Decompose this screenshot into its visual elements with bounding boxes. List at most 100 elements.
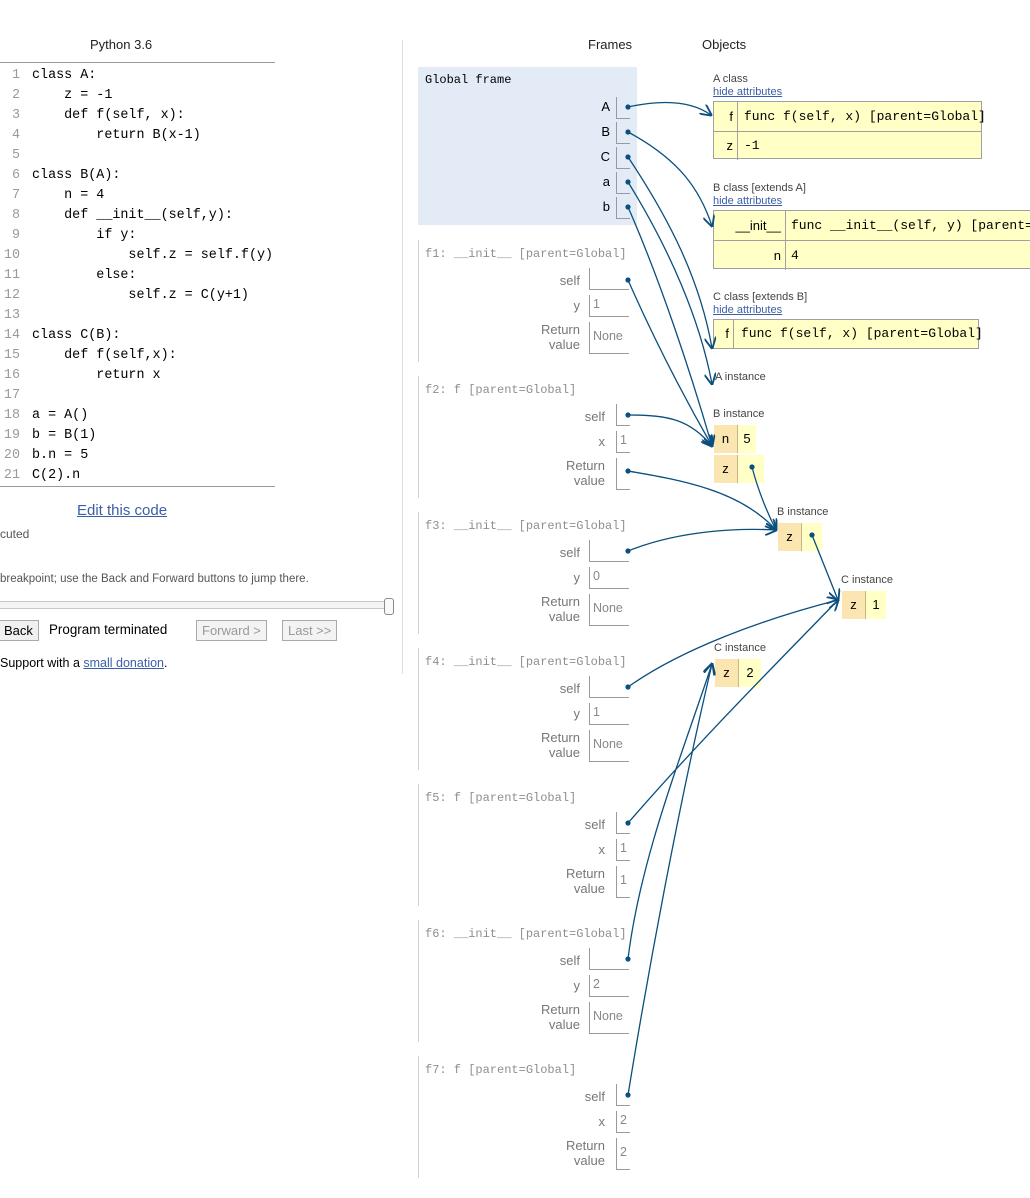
hide-attributes-link[interactable]: hide attributes <box>713 195 782 207</box>
return-value-label: Return value <box>540 1002 580 1032</box>
value-slot: 1 <box>589 295 629 317</box>
frame-var-value: 2 <box>593 977 600 991</box>
support-suffix: . <box>164 656 168 670</box>
breakpoint-hint: breakpoint; use the Back and Forward but… <box>0 573 309 585</box>
attr-value: 4 <box>791 248 799 263</box>
instance-attr-key: z <box>842 591 866 619</box>
return-value-label: Return value <box>540 730 580 760</box>
arrow-global-B <box>627 131 712 226</box>
instance-pointer-slot <box>802 523 822 551</box>
code-text: if y: <box>32 228 137 243</box>
frame-title-f7: f7: f [parent=Global] <box>425 1063 577 1077</box>
return-value-label: Return value <box>565 1138 605 1168</box>
arrow-f3-self <box>627 529 776 552</box>
class-a-attributes: f func f(self, x) [parent=Global] z -1 <box>713 101 986 160</box>
class-a-label: A class <box>713 73 748 85</box>
last-button[interactable]: Last >> <box>282 620 338 641</box>
frame-var-value: 1 <box>593 297 600 311</box>
class-c-label: C class [extends B] <box>713 291 808 303</box>
donation-link[interactable]: small donation <box>83 656 164 670</box>
return-value: None <box>593 737 623 751</box>
a-instance-label: A instance <box>715 371 766 383</box>
line-number: 17 <box>3 388 20 403</box>
line-number: 11 <box>3 268 20 283</box>
code-text: return B(x-1) <box>32 128 201 143</box>
instance-attr-key: z <box>778 523 802 551</box>
frame-var-value: 1 <box>620 841 627 855</box>
arrow-f1-self <box>627 279 712 446</box>
forward-button[interactable]: Forward > <box>196 620 267 641</box>
code-line: 13 <box>0 306 275 326</box>
class-b-label: B class [extends A] <box>713 182 806 194</box>
code-text: self.z = C(y+1) <box>32 288 249 303</box>
attr-value: func __init__(self, y) [parent=Gl <box>791 218 1030 233</box>
pointer-slot <box>616 97 630 119</box>
pointer-slot <box>616 172 630 194</box>
attr-key: z <box>714 132 738 160</box>
language-label: Python 3.6 <box>90 37 153 52</box>
instance-attr-value: 2 <box>739 659 761 687</box>
line-number: 8 <box>11 208 20 223</box>
frame-var-self: self <box>584 1089 605 1104</box>
code-line: 7 n = 4 <box>0 186 275 206</box>
return-value: None <box>593 601 623 615</box>
frame-border <box>418 376 419 498</box>
code-line: 17 <box>0 386 275 406</box>
code-line: 12 self.z = C(y+1) <box>0 286 275 306</box>
line-number: 14 <box>3 328 20 343</box>
frame-var-value: 1 <box>593 705 600 719</box>
code-text: class C(B): <box>32 328 121 343</box>
global-var-C: C <box>600 149 610 164</box>
frame-var-name: y <box>573 570 581 585</box>
execution-status: cuted <box>0 527 30 541</box>
frame-var-value: 1 <box>620 433 627 447</box>
code-line: 10 self.z = self.f(y) <box>0 246 275 266</box>
frame-var-self: self <box>584 817 605 832</box>
code-text: def __init__(self,y): <box>32 208 233 223</box>
value-slot: None <box>589 730 629 762</box>
code-text: n = 4 <box>32 188 105 203</box>
arrow-global-a <box>627 181 712 384</box>
back-button[interactable]: Back <box>0 620 39 641</box>
code-text: def f(self, x): <box>32 108 185 123</box>
return-value-label: Return value <box>565 458 605 488</box>
c-instance-label: C instance <box>714 642 766 654</box>
arrow-f5-self <box>627 600 838 824</box>
step-slider-track[interactable] <box>0 601 388 609</box>
code-line: 16 return x <box>0 366 275 386</box>
global-var-B: B <box>601 124 610 139</box>
line-number: 12 <box>3 288 20 303</box>
code-line: 18 a = A() <box>0 406 275 426</box>
code-text: b.n = 5 <box>32 448 89 463</box>
code-top-rule <box>0 62 275 63</box>
edit-code-link[interactable]: Edit this code <box>77 502 167 519</box>
frame-border <box>418 1056 419 1178</box>
return-value-label: Return value <box>540 322 580 352</box>
code-text: self.z = self.f(y) <box>32 248 274 263</box>
code-line: 14 class C(B): <box>0 326 275 346</box>
pointer-slot <box>589 540 629 562</box>
value-slot: 1 <box>616 866 630 898</box>
line-number: 10 <box>3 248 20 263</box>
step-slider-handle[interactable] <box>384 598 394 615</box>
hide-attributes-link[interactable]: hide attributes <box>713 86 782 98</box>
class-b-attributes: __init__ func __init__(self, y) [parent=… <box>713 210 1030 270</box>
code-line: 8 def __init__(self,y): <box>0 206 275 226</box>
b-instance-label: B instance <box>777 506 829 518</box>
value-slot: 1 <box>616 839 630 861</box>
attr-value: func f(self, x) [parent=Global] <box>744 109 986 124</box>
instance-attr-key: z <box>715 659 739 687</box>
hide-attributes-link[interactable]: hide attributes <box>713 304 782 316</box>
return-value: 1 <box>620 873 627 887</box>
instance-pointer-slot <box>738 455 764 483</box>
frame-var-self: self <box>559 273 580 288</box>
code-text: z = -1 <box>32 88 113 103</box>
line-number: 4 <box>11 128 20 143</box>
line-number: 6 <box>11 168 20 183</box>
code-text: class A: <box>32 68 97 83</box>
line-number: 20 <box>3 448 20 463</box>
arrow-global-C <box>627 156 712 348</box>
frame-title-f3: f3: __init__ [parent=Global] <box>425 519 627 533</box>
frame-var-value: 2 <box>620 1113 627 1127</box>
pointer-slot <box>589 948 629 970</box>
